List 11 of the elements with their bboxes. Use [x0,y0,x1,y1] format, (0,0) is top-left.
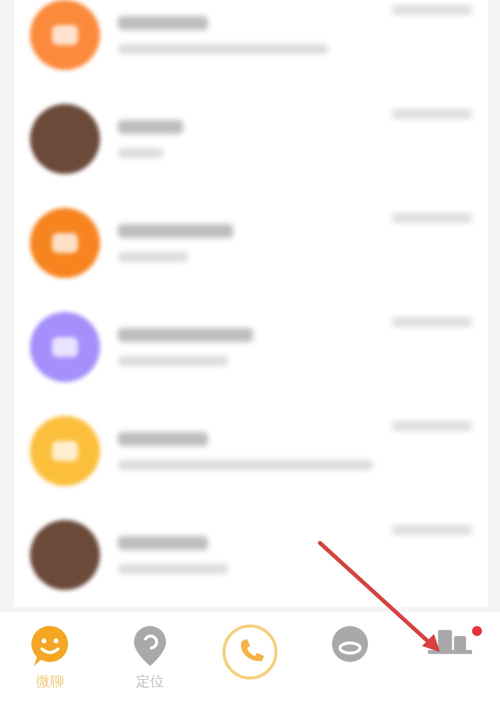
blurred-title [118,120,183,134]
blurred-message [118,148,163,158]
photo-placeholder [30,520,100,590]
phone-icon [222,624,278,680]
tab-button[interactable]: 定位 [110,624,190,693]
eye-icon [330,624,370,664]
tab-button[interactable]: 微聊 [10,624,90,693]
smiley-chat-icon [30,624,70,668]
photo-placeholder [30,104,100,174]
blurred-message [118,252,188,262]
location-pin-icon [132,624,168,668]
